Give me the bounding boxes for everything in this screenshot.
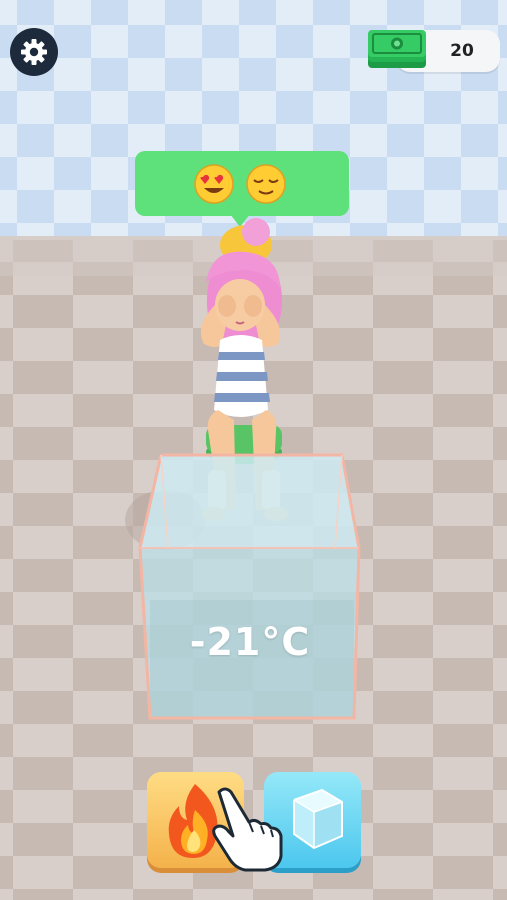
ice-cube-container xyxy=(138,453,361,720)
game-scene: 20 -21°C xyxy=(0,0,507,900)
pointing-hand-icon xyxy=(212,787,283,872)
temperature-readout: -21°C xyxy=(189,620,311,664)
